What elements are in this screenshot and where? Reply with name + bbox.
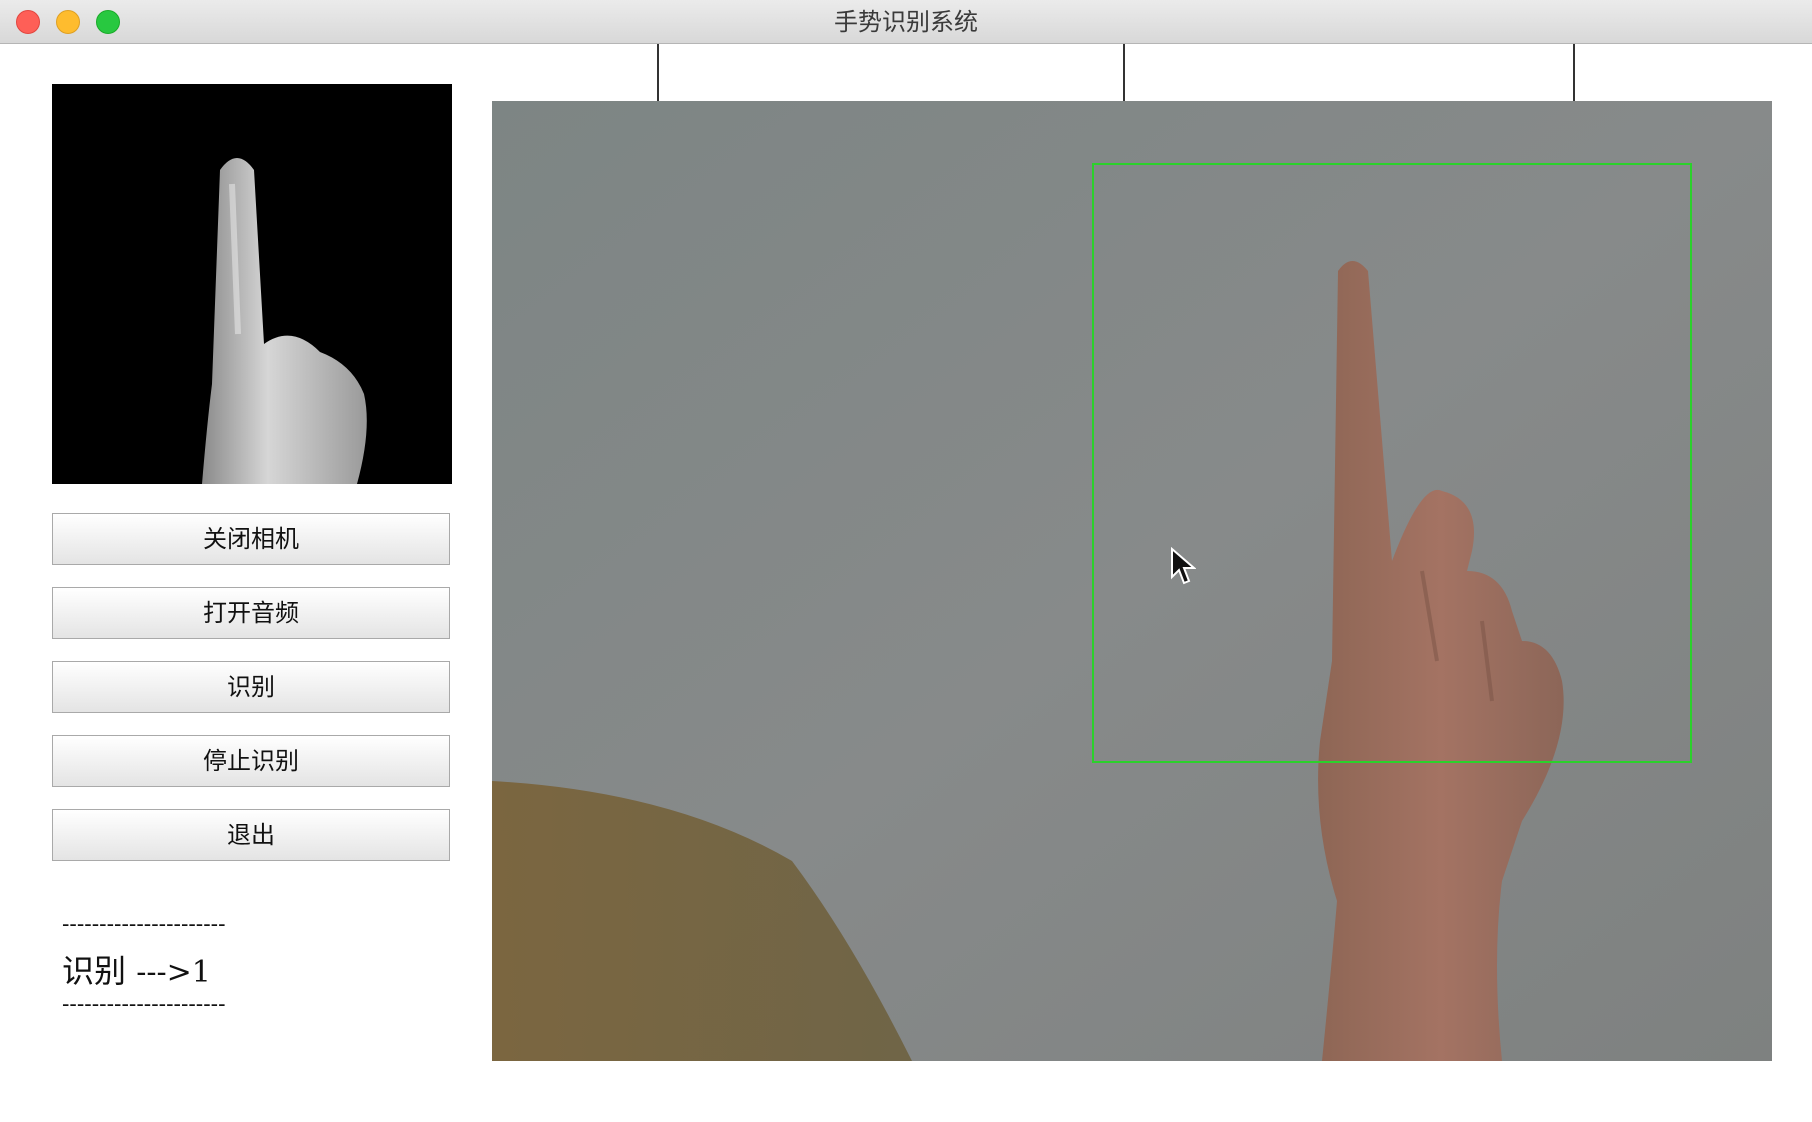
divider-mark: [1123, 44, 1125, 102]
divider-mark: [1573, 44, 1575, 102]
divider-mark: [657, 44, 659, 102]
close-camera-button[interactable]: 关闭相机: [52, 513, 450, 565]
exit-button[interactable]: 退出: [52, 809, 450, 861]
result-separator-top: ----------------------: [62, 912, 226, 937]
open-audio-button[interactable]: 打开音频: [52, 587, 450, 639]
recognize-button[interactable]: 识别: [52, 661, 450, 713]
processed-hand-preview: [52, 84, 452, 484]
window-title: 手势识别系统: [834, 8, 978, 36]
mouse-cursor-icon: [1171, 547, 1196, 585]
result-label: 识别: [62, 952, 127, 990]
title-bar: 手势识别系统: [0, 0, 1812, 44]
stop-recognize-button[interactable]: 停止识别: [52, 735, 450, 787]
result-separator-bottom: ----------------------: [62, 992, 226, 1017]
recognition-result: 识别 --->1: [62, 946, 211, 992]
hand-detection-box: [1092, 163, 1692, 763]
result-value: --->1: [136, 955, 211, 990]
camera-feed[interactable]: [492, 101, 1772, 1061]
hand-mask-image: [52, 84, 452, 484]
